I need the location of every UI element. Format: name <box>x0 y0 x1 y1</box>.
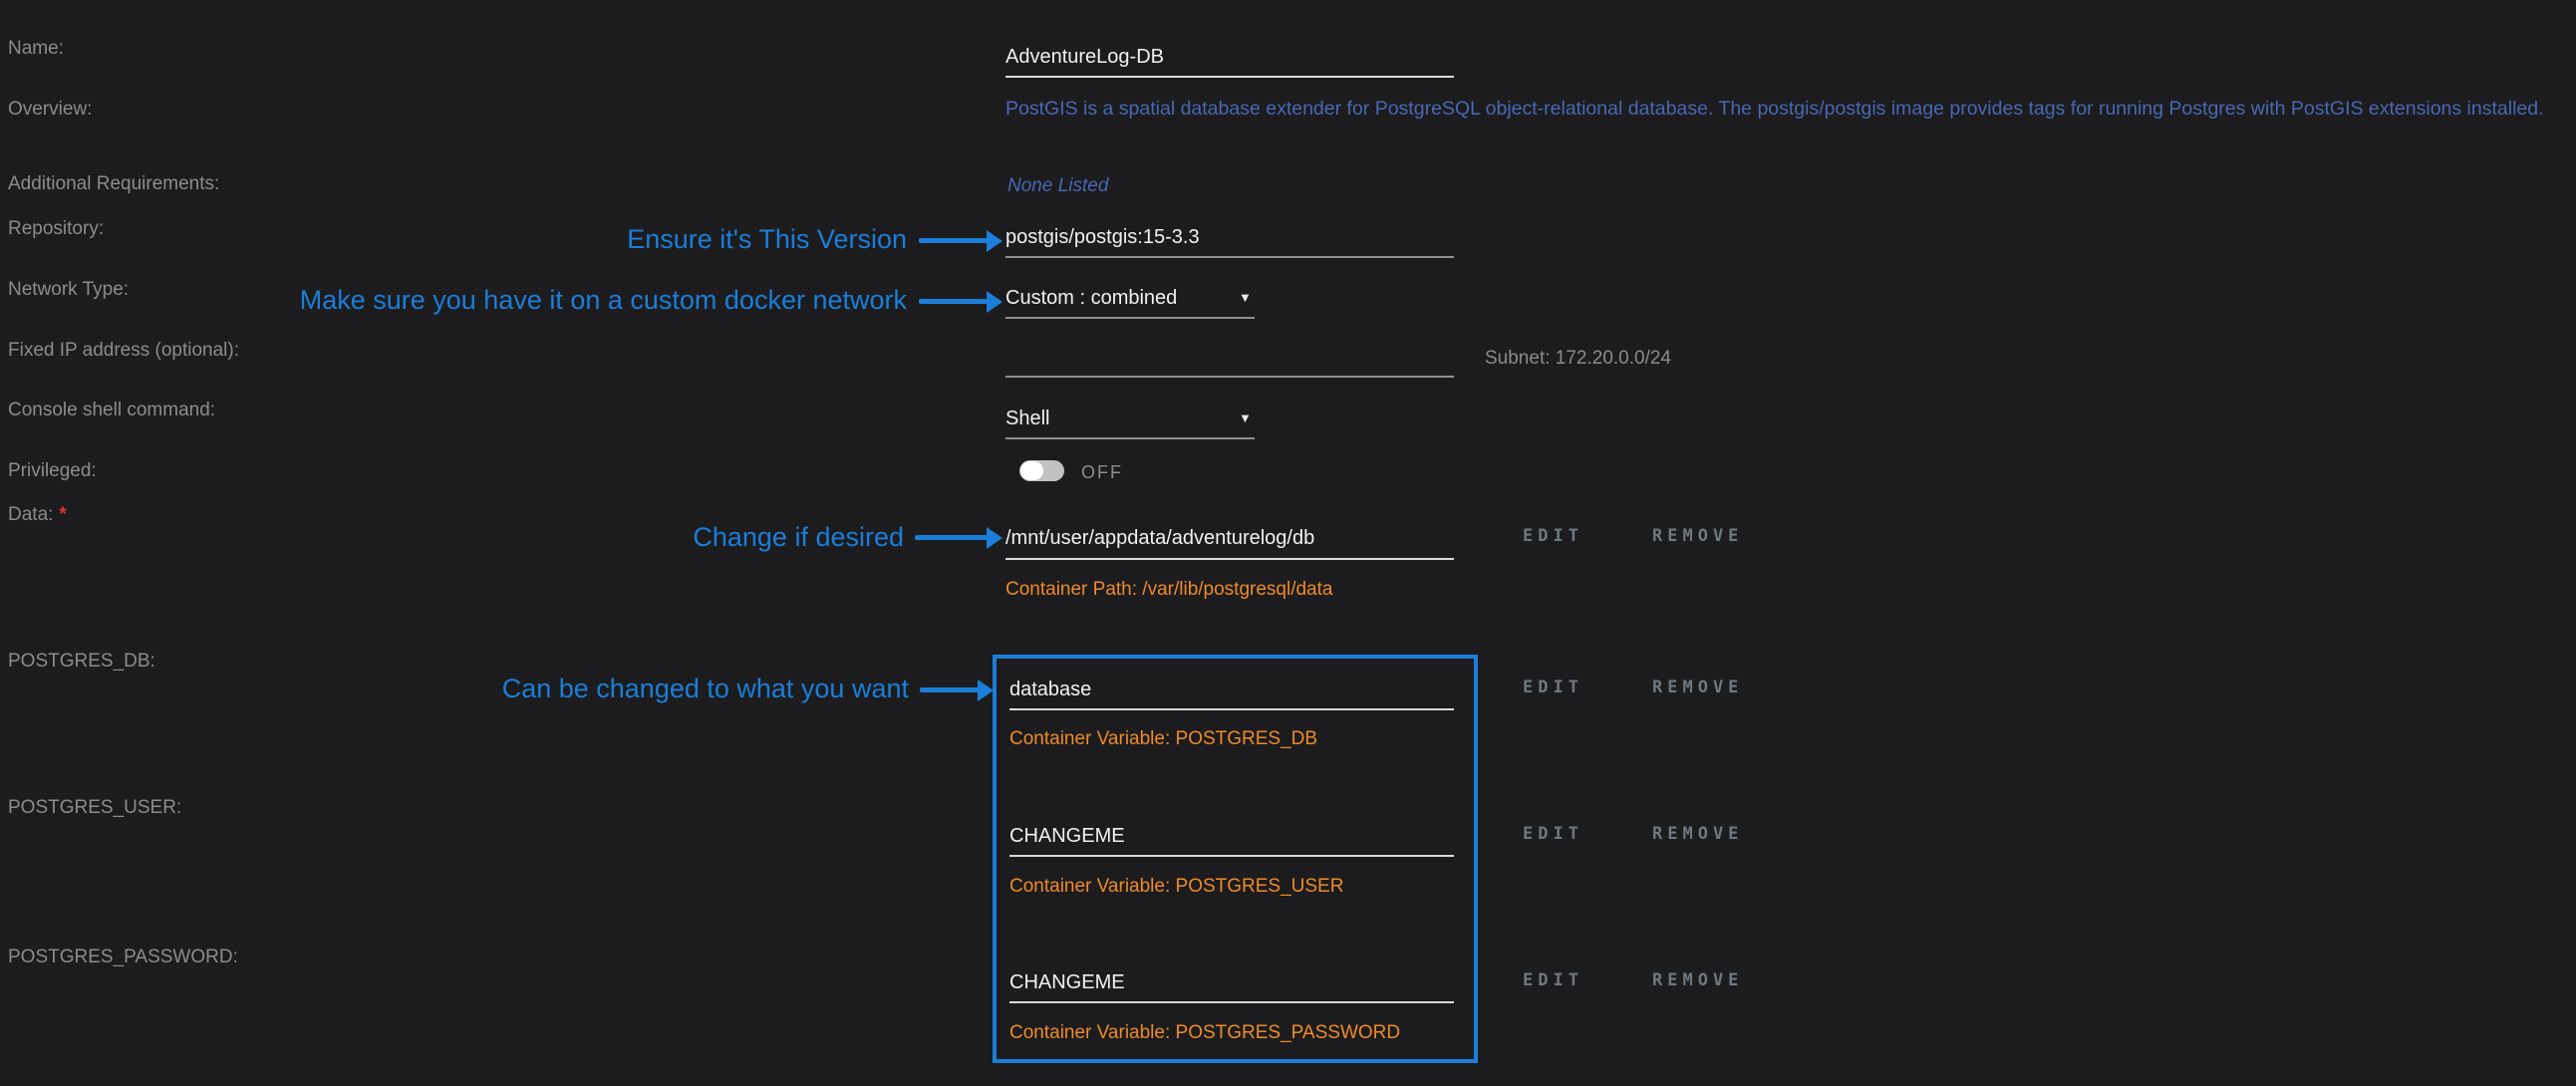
field-label-overview: Overview: <box>8 99 92 121</box>
field-label-repository: Repository: <box>8 218 104 240</box>
postgres-user-remove-button[interactable]: REMOVE <box>1652 824 1743 844</box>
required-asterisk: * <box>59 504 66 525</box>
field-label-name: Name: <box>8 38 64 60</box>
annotation-arrowhead-postgres-db <box>978 679 994 701</box>
field-label-fixed-ip: Fixed IP address (optional): <box>8 340 239 362</box>
annotation-can-be-changed: Can be changed to what you want <box>502 674 909 704</box>
name-input-underline <box>1005 76 1454 78</box>
field-label-data: Data:* <box>8 504 67 526</box>
postgres-db-input[interactable]: database <box>1009 679 1091 701</box>
postgres-password-underline <box>1009 1001 1454 1003</box>
shell-command-underline <box>1005 437 1255 439</box>
annotation-change-if-desired: Change if desired <box>693 522 904 553</box>
postgres-user-underline <box>1009 855 1454 857</box>
overview-text: PostGIS is a spatial database extender f… <box>1005 98 2544 121</box>
annotation-ensure-version: Ensure it's This Version <box>627 224 907 255</box>
postgres-db-container-variable: Container Variable: POSTGRES_DB <box>1009 728 1317 750</box>
fixed-ip-input-underline[interactable] <box>1005 376 1454 378</box>
data-path-input[interactable]: /mnt/user/appdata/adventurelog/db <box>1005 527 1314 550</box>
annotation-arrow-data <box>915 535 991 540</box>
annotation-arrow-repository <box>919 238 991 243</box>
annotation-arrowhead-repository <box>987 230 1002 252</box>
postgres-password-remove-button[interactable]: REMOVE <box>1652 970 1743 990</box>
postgres-user-edit-button[interactable]: EDIT <box>1523 824 1583 844</box>
postgres-db-edit-button[interactable]: EDIT <box>1523 678 1583 697</box>
additional-requirements-value: None Listed <box>1007 175 1108 197</box>
field-label-network-type: Network Type: <box>8 279 129 301</box>
privileged-toggle-knob <box>1020 461 1043 480</box>
privileged-toggle[interactable] <box>1019 460 1064 481</box>
annotation-arrowhead-data <box>987 527 1002 549</box>
data-path-underline <box>1005 558 1454 560</box>
postgres-user-input[interactable]: CHANGEME <box>1009 825 1125 848</box>
postgres-db-remove-button[interactable]: REMOVE <box>1652 678 1743 697</box>
annotation-arrowhead-network <box>987 291 1002 313</box>
annotation-custom-network: Make sure you have it on a custom docker… <box>300 285 907 316</box>
annotation-arrow-postgres-db <box>920 687 982 692</box>
data-remove-button[interactable]: REMOVE <box>1652 526 1743 546</box>
field-label-postgres-db: POSTGRES_DB: <box>8 651 155 673</box>
data-edit-button[interactable]: EDIT <box>1523 526 1583 546</box>
name-input[interactable]: AdventureLog-DB <box>1005 46 1164 69</box>
shell-command-select[interactable]: Shell <box>1005 407 1049 430</box>
network-type-select[interactable]: Custom : combined <box>1005 287 1177 310</box>
subnet-info: Subnet: 172.20.0.0/24 <box>1485 348 1671 370</box>
postgres-db-underline <box>1009 708 1454 710</box>
field-label-postgres-user: POSTGRES_USER: <box>8 797 181 819</box>
repository-input-underline <box>1005 256 1454 258</box>
annotation-arrow-network <box>919 299 991 304</box>
caret-down-icon[interactable]: ▼ <box>1239 290 1252 305</box>
field-label-additional-requirements: Additional Requirements: <box>8 173 219 195</box>
field-label-privileged: Privileged: <box>8 460 97 482</box>
field-label-console-shell-command: Console shell command: <box>8 400 215 421</box>
postgres-password-input[interactable]: CHANGEME <box>1009 971 1125 994</box>
network-type-underline <box>1005 317 1255 319</box>
field-label-postgres-password: POSTGRES_PASSWORD: <box>8 947 238 968</box>
postgres-password-edit-button[interactable]: EDIT <box>1523 970 1583 990</box>
docker-container-settings-page: Name: Overview: Additional Requirements:… <box>0 0 2576 1086</box>
postgres-password-container-variable: Container Variable: POSTGRES_PASSWORD <box>1009 1022 1400 1044</box>
postgres-user-container-variable: Container Variable: POSTGRES_USER <box>1009 876 1343 898</box>
data-container-path: Container Path: /var/lib/postgresql/data <box>1005 579 1332 601</box>
repository-input[interactable]: postgis/postgis:15-3.3 <box>1005 226 1200 249</box>
privileged-toggle-state: OFF <box>1081 462 1123 483</box>
caret-down-icon[interactable]: ▼ <box>1239 410 1252 425</box>
